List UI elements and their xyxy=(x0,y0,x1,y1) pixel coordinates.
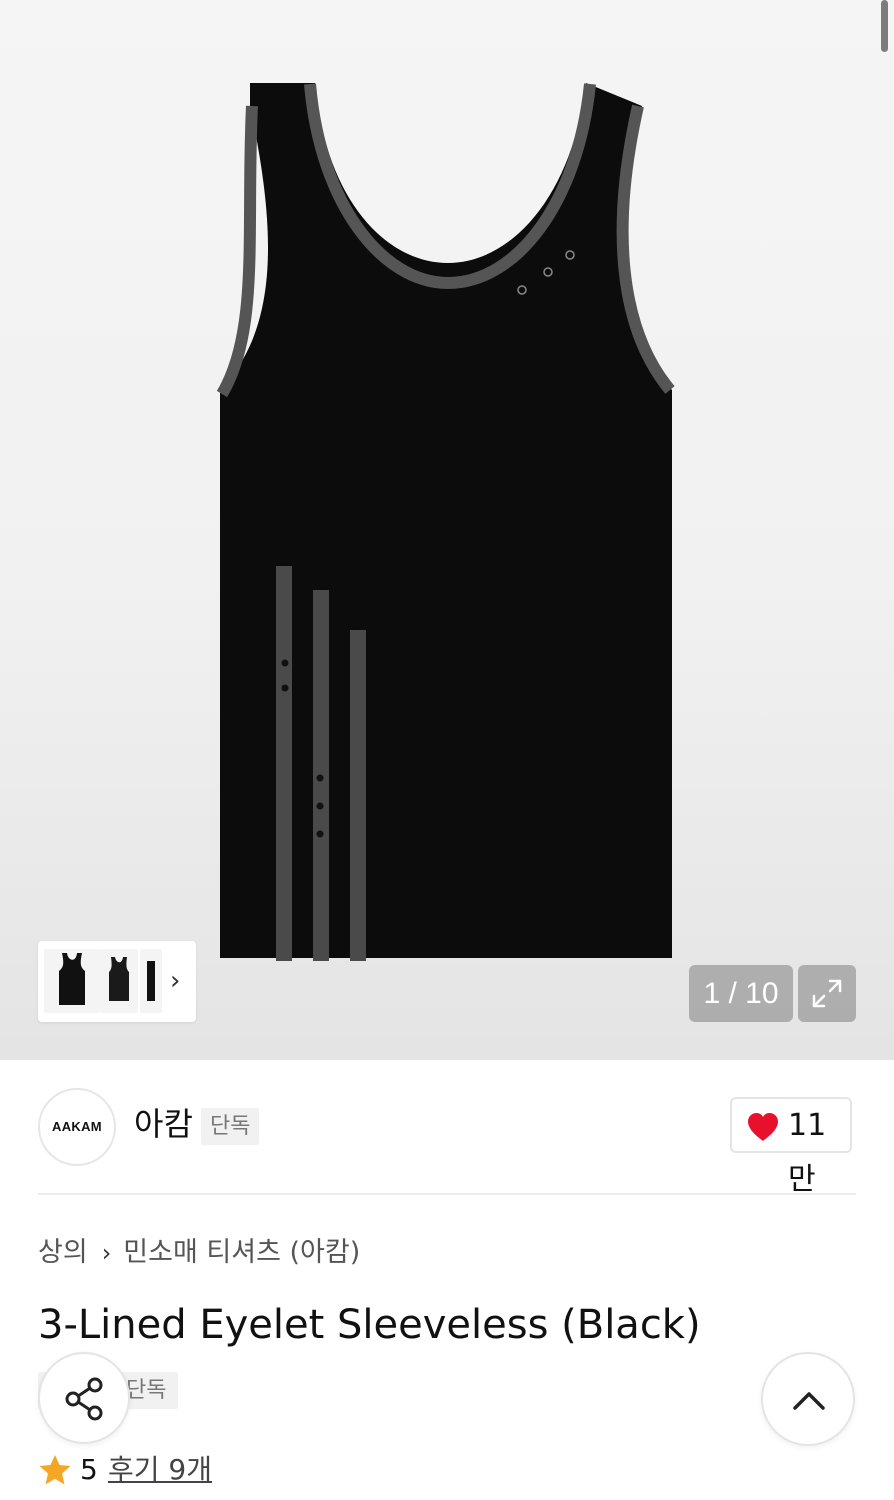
breadcrumb-category[interactable]: 상의 xyxy=(38,1237,88,1268)
heart-icon xyxy=(748,1113,778,1141)
like-count: 11만 xyxy=(788,1108,827,1197)
product-image-gallery[interactable]: › 1 / 10 xyxy=(0,0,894,1060)
product-title: 3-Lined Eyelet Sleeveless (Black) xyxy=(38,1302,701,1348)
product-image[interactable] xyxy=(210,78,680,963)
expand-icon xyxy=(812,979,842,1008)
image-counter: 1 / 10 xyxy=(689,965,793,1022)
chevron-right-icon: › xyxy=(101,1239,112,1267)
reviews-link[interactable]: 후기 9개 xyxy=(108,1448,212,1492)
brand-name[interactable]: 아캄 xyxy=(134,1102,193,1146)
brand-logo[interactable]: AAKAM xyxy=(38,1088,116,1166)
divider xyxy=(38,1193,856,1195)
brand-row: AAKAM 아캄 단독 11만 xyxy=(0,1060,894,1197)
share-button[interactable] xyxy=(38,1352,130,1444)
rating-score: 5 xyxy=(80,1453,98,1486)
like-button[interactable]: 11만 xyxy=(730,1097,852,1197)
thumbnail-strip[interactable]: › xyxy=(38,941,196,1022)
thumbnail-1[interactable] xyxy=(44,949,100,1013)
expand-button[interactable] xyxy=(798,965,856,1022)
share-icon xyxy=(65,1377,103,1421)
chevron-up-icon xyxy=(793,1392,825,1410)
chevron-right-icon[interactable]: › xyxy=(170,967,180,995)
scrollbar[interactable] xyxy=(881,0,888,52)
breadcrumb: 상의 › 민소매 티셔츠 (아캄) xyxy=(38,1234,360,1272)
thumbnail-2[interactable] xyxy=(100,949,138,1013)
exclusive-badge: 단독 xyxy=(201,1108,260,1145)
star-icon xyxy=(39,1455,71,1485)
thumbnail-3[interactable] xyxy=(140,949,162,1013)
scroll-to-top-button[interactable] xyxy=(761,1352,855,1446)
breadcrumb-subcategory[interactable]: 민소매 티셔츠 (아캄) xyxy=(123,1237,360,1268)
